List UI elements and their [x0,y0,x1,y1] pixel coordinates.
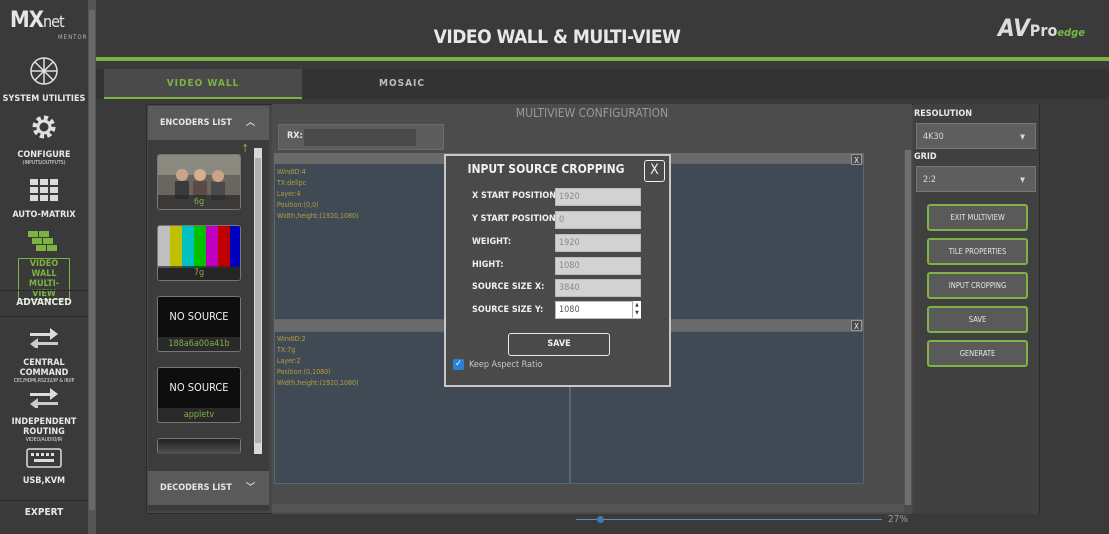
encoders-scrollbar[interactable] [254,148,262,454]
multiview-horizontal-scrollbar[interactable] [272,504,904,512]
sidebar-item-video-wall[interactable]: VIDEO WALL MULTI-VIEW [18,258,70,300]
zoom-value: 27% [888,514,908,525]
video-wall-icon [28,231,57,251]
sidebar-advanced[interactable]: ADVANCED [0,297,88,308]
window-info: WindID:4 TX:dellpc Layer:4 Position:(0,0) Wi… [277,168,359,220]
height-input[interactable]: 1080 [555,257,641,275]
source-size-x-label: SOURCE SIZE X: [472,282,545,292]
rx-label: RX: [287,131,303,141]
close-icon[interactable]: X [644,160,665,182]
encoder-name: 6g [158,195,240,209]
logo: MXnet [10,8,65,33]
chevron-down-icon: ﹀ [245,483,255,493]
tab-mosaic[interactable]: MOSAIC [302,69,502,99]
chevron-up-icon: ︿ [245,118,255,128]
encoder-item[interactable] [157,438,241,454]
grid-label: GRID [914,152,937,162]
close-icon[interactable]: X [851,320,862,331]
header-accent-line [96,57,1109,61]
resolution-select[interactable]: 4K30 ▼ [916,123,1036,149]
height-label: HIGHT: [472,260,504,270]
save-button[interactable]: SAVE [927,306,1028,333]
tab-video-wall[interactable]: VIDEO WALL [104,69,302,99]
sidebar-item-auto-matrix[interactable]: AUTO-MATRIX [0,210,88,220]
sidebar-item-system-utilities[interactable]: SYSTEM UTILITIES [0,94,88,104]
gear-icon [32,115,56,139]
decoders-list-header[interactable]: DECODERS LIST ﹀ [148,471,269,505]
window-info: WindID:2 TX:7g Layer:2 Position:(0,1080) Wid… [277,335,359,387]
zoom-slider-handle[interactable] [597,516,605,523]
grid-icon [30,179,58,201]
up-arrow-icon[interactable]: ↑ [241,142,249,155]
encoder-item[interactable]: 6g [157,154,241,210]
source-size-y-label: SOURCE SIZE Y: [472,305,544,315]
x-start-label: X START POSITION: [472,191,560,201]
sidebar-scrollbar[interactable] [88,0,96,534]
y-start-input[interactable]: 0 [555,211,641,229]
network-globe-icon [30,57,58,85]
sidebar-divider [0,290,88,291]
close-icon[interactable]: X [851,154,862,165]
grid-select[interactable]: 2:2 ▼ [916,166,1036,192]
multiview-vertical-scrollbar[interactable] [904,150,912,505]
dropdown-arrow-icon: ▼ [1020,133,1025,141]
x-start-input[interactable]: 1920 [555,188,641,206]
source-size-x-input[interactable]: 3840 [555,279,641,297]
page-title: VIDEO WALL & MULTI-VIEW [433,26,681,48]
input-cropping-button[interactable]: INPUT CROPPING [927,272,1028,299]
dropdown-arrow-icon: ▼ [1020,176,1025,184]
encoder-item[interactable]: NO SOURCE 188a6a00a41b [157,296,241,352]
sidebar-item-central-command[interactable]: CENTRAL COMMAND CEC/HDMI,RS232/IP & IR/IP [0,358,88,385]
exit-multiview-button[interactable]: EXIT MULTIVIEW [927,204,1028,231]
weight-input[interactable]: 1920 [555,234,641,252]
sidebar-item-usb-kvm[interactable]: USB,KVM [0,476,88,486]
generate-button[interactable]: GENERATE [927,340,1028,367]
y-start-label: Y START POSITION: [472,214,559,224]
encoder-name: 188a6a00a41b [158,337,240,351]
dialog-save-button[interactable]: SAVE [508,333,610,356]
sidebar-item-independent-routing[interactable]: INDEPENDENT ROUTING VIDEO/AUDIO/IR [0,417,88,444]
keep-aspect-ratio-label: Keep Aspect Ratio [469,360,543,370]
sidebar-divider [0,500,88,501]
sidebar-divider [0,316,88,317]
number-stepper-icon[interactable]: ▲ ▼ [632,301,641,318]
rx-input[interactable] [304,129,416,146]
zoom-slider[interactable] [576,519,882,520]
encoder-item[interactable]: 7g [157,225,241,281]
no-source-label: NO SOURCE [158,368,240,408]
resolution-label: RESOLUTION [914,109,973,119]
no-source-label: NO SOURCE [158,297,240,337]
encoder-name: 7g [158,266,240,280]
encoder-name: appletv [158,408,240,422]
weight-label: WEIGHT: [472,237,512,247]
tile-properties-button[interactable]: TILE PROPERTIES [927,238,1028,265]
dialog-title: INPUT SOURCE CROPPING [467,162,625,176]
arrows-icon [30,388,58,408]
encoders-list-header[interactable]: ENCODERS LIST ︿ [148,106,269,140]
arrows-icon [30,328,58,348]
brand-logo: AVProedge [998,14,1085,42]
sidebar-expert[interactable]: EXPERT [0,507,88,518]
keyboard-icon [26,448,62,468]
keep-aspect-ratio-checkbox[interactable]: ✓ [453,359,464,370]
source-size-y-input[interactable]: 1080 [555,301,641,319]
multiview-title: MULTIVIEW CONFIGURATION [515,106,669,120]
sidebar-item-configure[interactable]: CONFIGURE (INPUTS/OUTPUTS) [0,150,88,167]
logo-subtitle: MENTOR [58,34,88,41]
encoder-item[interactable]: NO SOURCE appletv [157,367,241,423]
